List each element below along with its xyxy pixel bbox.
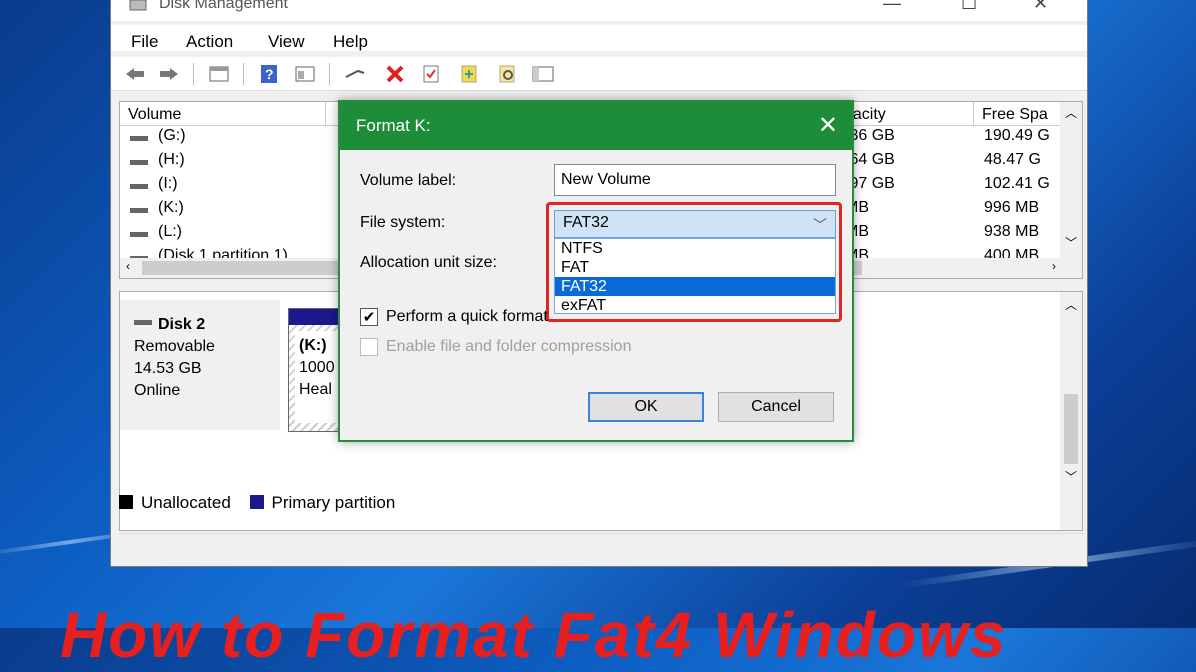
compression-checkbox[interactable] [360, 338, 378, 356]
maximize-icon[interactable]: ☐ [961, 0, 977, 14]
file-system-select[interactable]: FAT32 ﹀ [554, 210, 836, 238]
checkmark-icon: ✔ [362, 309, 376, 326]
option-exfat[interactable]: exFAT [555, 296, 835, 315]
connect-icon[interactable] [343, 63, 367, 85]
new-volume-icon[interactable] [457, 63, 481, 85]
search-icon[interactable] [495, 63, 519, 85]
window-title: Disk Management [159, 0, 288, 12]
dialog-title: Format K: [356, 116, 431, 135]
delete-icon[interactable] [383, 63, 407, 85]
quick-format-checkbox[interactable]: ✔ [360, 308, 378, 326]
menu-action[interactable]: Action [186, 32, 233, 52]
disk-name: Disk 2 [158, 316, 206, 333]
disk-management-icon [129, 0, 147, 11]
option-ntfs[interactable]: NTFS [555, 239, 835, 258]
help-icon[interactable]: ? [257, 63, 281, 85]
column-volume[interactable]: Volume [120, 102, 326, 126]
toolbar: ? [111, 57, 1087, 91]
title-bar: Disk Management — ☐ ✕ [111, 0, 1087, 21]
partition-label: (K:) [299, 337, 327, 354]
ok-button[interactable]: OK [588, 392, 704, 422]
volume-label-text: Volume label: [360, 172, 457, 189]
file-system-text: File system: [360, 214, 446, 231]
column-capacity[interactable]: pacity [836, 102, 974, 126]
chevron-down-icon[interactable]: ﹀ [1065, 468, 1077, 485]
status-bar [119, 533, 1083, 559]
chevron-left-icon[interactable]: ‹ [126, 259, 130, 273]
format-dialog: Format K: ✕ Volume label: File system: F… [338, 100, 854, 442]
chevron-up-icon[interactable]: ︿ [1065, 296, 1077, 313]
file-system-dropdown[interactable]: NTFS FAT FAT32 exFAT [554, 238, 836, 314]
primary-partition-swatch [249, 495, 264, 509]
svg-text:?: ? [265, 66, 274, 82]
volume-label-input[interactable] [554, 164, 836, 196]
compression-label: Enable file and folder compression [386, 338, 632, 355]
forward-arrow-icon[interactable] [157, 63, 181, 85]
disk-type: Removable [134, 338, 215, 355]
menu-file[interactable]: File [131, 32, 158, 52]
vertical-scroll-thumb[interactable] [1064, 394, 1078, 464]
option-fat32[interactable]: FAT32 [555, 277, 835, 296]
close-icon[interactable]: ✕ [1033, 0, 1048, 14]
option-fat[interactable]: FAT [555, 258, 835, 277]
partition-status: Heal [299, 381, 332, 398]
disk-icon [134, 320, 152, 325]
file-system-value: FAT32 [563, 214, 609, 231]
chevron-up-icon[interactable]: ︿ [1065, 104, 1077, 121]
volume-list-vertical-scrollbar[interactable]: ︿ ﹀ [1060, 102, 1082, 278]
partition-size: 1000 [299, 359, 335, 376]
cancel-button[interactable]: Cancel [718, 392, 834, 422]
overlay-caption: How to Format Fat4 Windows [60, 599, 1008, 671]
menu-view[interactable]: View [268, 32, 305, 52]
dialog-close-icon[interactable]: ✕ [818, 111, 838, 140]
legend: Unallocated Primary partition [119, 493, 395, 519]
disk-status: Online [134, 382, 181, 399]
view-icon[interactable] [293, 63, 317, 85]
allocation-unit-text: Allocation unit size: [360, 254, 497, 271]
disk-info[interactable]: Disk 2 Removable 14.53 GB Online [120, 300, 280, 430]
quick-format-label: Perform a quick format [386, 308, 548, 325]
properties-icon[interactable] [207, 63, 231, 85]
dialog-title-bar: Format K: ✕ [340, 102, 852, 150]
menu-bar: File Action View Help [111, 25, 1087, 51]
chevron-down-icon[interactable]: ﹀ [813, 215, 827, 235]
disk-size: 14.53 GB [134, 360, 202, 377]
chevron-down-icon[interactable]: ﹀ [1065, 234, 1077, 251]
console-icon[interactable] [531, 63, 555, 85]
graphical-view-scrollbar[interactable]: ︿ ﹀ [1060, 292, 1082, 530]
legend-primary-partition: Primary partition [271, 493, 396, 512]
unallocated-swatch [119, 495, 133, 509]
menu-help[interactable]: Help [333, 32, 368, 52]
check-icon[interactable] [419, 63, 443, 85]
legend-unallocated: Unallocated [141, 493, 231, 512]
minimize-icon[interactable]: — [883, 0, 901, 14]
chevron-right-icon[interactable]: › [1052, 259, 1056, 273]
back-arrow-icon[interactable] [123, 63, 147, 85]
